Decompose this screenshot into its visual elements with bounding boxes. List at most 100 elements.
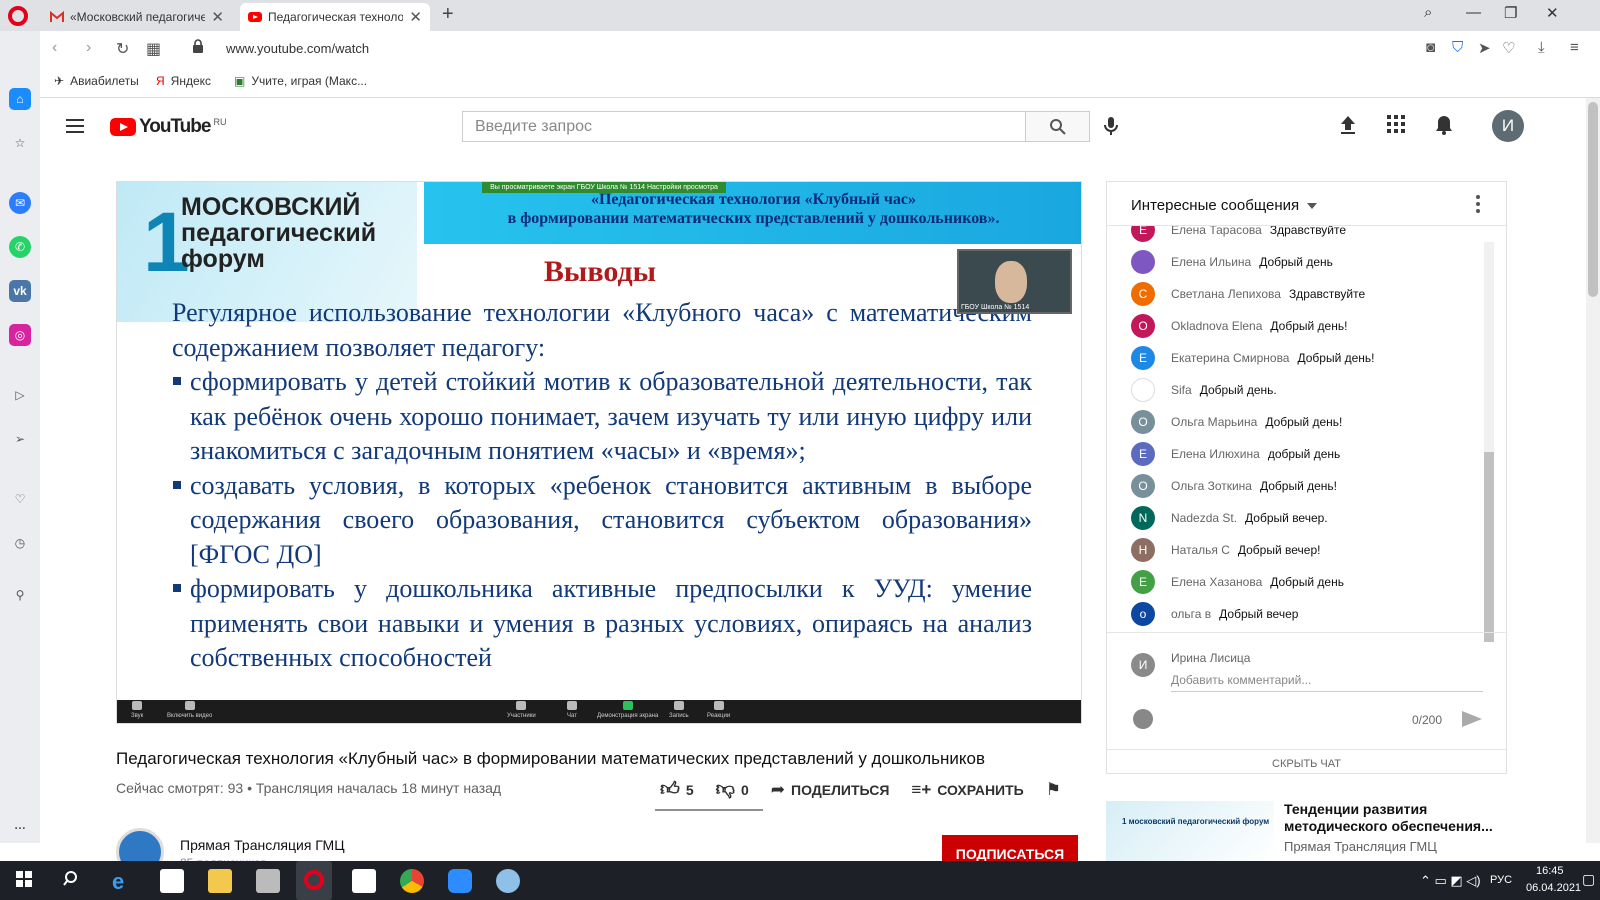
chat-message[interactable]: О Ольга Зоткина Добрый день!	[1131, 474, 1337, 498]
chat-message[interactable]: O Okladnova Elena Добрый день!	[1131, 314, 1347, 338]
bookmark-yandex[interactable]: Я Яндекс	[156, 74, 211, 88]
bookmark-flights[interactable]: ✈ Авиабилеты	[54, 74, 139, 88]
notifications-icon[interactable]: ▢	[1582, 871, 1595, 888]
chat-message[interactable]: Елена Ильина Добрый день	[1131, 250, 1333, 274]
zoom-video-control[interactable]: Включить видео	[167, 701, 212, 719]
save-button[interactable]: ≡+ СОХРАНИТЬ	[911, 780, 1023, 800]
messenger-icon[interactable]: ✉	[9, 192, 31, 214]
chat-author-name[interactable]: Елена Илюхина	[1171, 447, 1260, 461]
taskbar-search-icon[interactable]	[62, 869, 86, 893]
mic-icon[interactable]	[1104, 116, 1118, 141]
url-field[interactable]: www.youtube.com/watch	[226, 41, 369, 56]
chat-author-name[interactable]: Ольга Марьина	[1171, 415, 1257, 429]
favorites-icon[interactable]: ♡	[9, 488, 31, 510]
chat-author-name[interactable]: Ольга Зоткина	[1171, 479, 1252, 493]
chat-message[interactable]: Н Наталья С Добрый вечер!	[1131, 538, 1320, 562]
forward-icon[interactable]: ›	[86, 39, 91, 57]
chat-author-name[interactable]: Елена Хазанова	[1171, 575, 1262, 589]
windows-start-icon[interactable]	[14, 869, 38, 893]
zoom-record-control[interactable]: Запись	[669, 701, 689, 719]
page-scrollbar[interactable]	[1586, 98, 1600, 843]
history-icon[interactable]: ◷	[9, 532, 31, 554]
bell-icon[interactable]	[1434, 114, 1454, 141]
chat-message[interactable]: С Светлана Лепихова Здравствуйте	[1131, 282, 1365, 306]
download-icon[interactable]: ⤓	[1538, 39, 1545, 56]
send-icon[interactable]	[1462, 711, 1482, 727]
chat-author-name[interactable]: Nadezda St.	[1171, 511, 1237, 525]
zoom-icon[interactable]	[448, 869, 472, 893]
edge-icon[interactable]: e	[112, 869, 136, 894]
minimize-icon[interactable]: —	[1466, 4, 1481, 21]
chat-scrollbar[interactable]	[1484, 242, 1494, 642]
search-button[interactable]	[1026, 111, 1090, 142]
chat-author-name[interactable]: Okladnova Elena	[1171, 319, 1262, 333]
search-input[interactable]: Введите запрос	[462, 111, 1026, 142]
search-tabs-icon[interactable]: ⌕	[1424, 4, 1432, 21]
clock-time[interactable]: 16:45	[1536, 865, 1564, 877]
tab-youtube[interactable]: Педагогическая технолог ✕	[240, 3, 430, 31]
channel-name[interactable]: Прямая Трансляция ГМЦ	[180, 837, 345, 853]
chat-message[interactable]: N Nadezda St. Добрый вечер.	[1131, 506, 1328, 530]
more-options-icon[interactable]	[1476, 195, 1480, 216]
report-button[interactable]: ⚑	[1046, 780, 1061, 800]
explorer-icon[interactable]	[208, 869, 232, 893]
chat-input[interactable]: Добавить комментарий...	[1171, 673, 1483, 692]
bookmark-learn[interactable]: ▣ Учите, играя (Макс...	[234, 74, 367, 88]
chat-message[interactable]: Е Елена Хазанова Добрый день	[1131, 570, 1344, 594]
chat-messages[interactable]: Е Елена Тарасова Здравствуйте Елена Ильина Д…	[1107, 226, 1506, 632]
settings-icon[interactable]: ≡	[1570, 39, 1579, 56]
share-button[interactable]: ➦ ПОДЕЛИТЬСЯ	[771, 780, 890, 800]
hide-chat-button[interactable]: СКРЫТЬ ЧАТ	[1107, 749, 1506, 770]
vk-icon[interactable]: vk	[9, 280, 31, 302]
paint-icon[interactable]	[496, 869, 520, 893]
youtube-logo[interactable]: YouTube RU	[110, 116, 226, 138]
chat-author-name[interactable]: Елена Тарасова	[1171, 226, 1262, 237]
chat-mode-dropdown[interactable]: Интересные сообщения	[1131, 197, 1318, 214]
chat-author-name[interactable]: ольга в	[1171, 607, 1211, 621]
back-icon[interactable]: ‹	[52, 39, 57, 57]
tips-icon[interactable]: ⚲	[9, 584, 31, 606]
chat-author-name[interactable]: Елена Ильина	[1171, 255, 1251, 269]
chat-message[interactable]: Е Екатерина Смирнова Добрый день!	[1131, 346, 1375, 370]
chat-author-name[interactable]: Наталья С	[1171, 543, 1230, 557]
clock-date[interactable]: 06.04.2021	[1526, 882, 1581, 894]
chat-message[interactable]: Е Елена Илюхина добрый день	[1131, 442, 1340, 466]
tab-moscow-forum[interactable]: «Московский педагогиче ✕	[42, 3, 232, 31]
dislike-button[interactable]: 👎︎ 0	[716, 778, 749, 801]
close-tab-icon[interactable]: ✕	[409, 8, 422, 26]
chat-message[interactable]: Sifa Добрый день.	[1131, 378, 1277, 402]
zoom-participants-control[interactable]: Участники	[507, 701, 536, 719]
account-avatar[interactable]: И	[1492, 110, 1524, 142]
zoom-reactions-control[interactable]: Реакции	[707, 701, 730, 719]
instagram-icon[interactable]: ◎	[9, 324, 31, 346]
zoom-audio-control[interactable]: Звук	[131, 701, 143, 719]
whatsapp-icon[interactable]: ✆	[9, 236, 31, 258]
tabs-grid-icon[interactable]: ▦	[146, 39, 161, 59]
restore-icon[interactable]: ❐	[1504, 4, 1517, 22]
chat-author-name[interactable]: Екатерина Смирнова	[1171, 351, 1289, 365]
apps-icon[interactable]	[1386, 114, 1406, 139]
star-icon[interactable]: ☆	[9, 132, 31, 154]
close-tab-icon[interactable]: ✕	[211, 8, 224, 26]
heart-icon[interactable]: ♡	[1502, 39, 1515, 57]
recommended-thumbnail[interactable]: 1 московский педагогический форум	[1106, 801, 1274, 861]
store-icon[interactable]	[160, 869, 184, 893]
opera-logo-icon[interactable]	[8, 6, 28, 26]
opera-taskbar-icon[interactable]	[296, 861, 332, 900]
chat-message[interactable]: Е Елена Тарасова Здравствуйте	[1131, 226, 1346, 242]
menu-icon[interactable]	[66, 119, 84, 133]
video-player[interactable]: 1 МОСКОВСКИЙ педагогический форум Вы про…	[116, 181, 1082, 724]
chat-author-name[interactable]: Sifa	[1171, 383, 1192, 397]
player-icon[interactable]: ▷	[9, 384, 31, 406]
reload-icon[interactable]: ↻	[116, 39, 129, 59]
camera-icon[interactable]: ◙	[1426, 39, 1435, 56]
like-button[interactable]: 👍︎ 5	[660, 778, 694, 801]
new-tab-button[interactable]: +	[442, 3, 454, 26]
more-icon[interactable]: …	[9, 814, 31, 836]
upload-icon[interactable]	[1338, 114, 1358, 141]
zoom-share-control[interactable]: Демонстрация экрана	[597, 701, 658, 719]
flow-icon[interactable]: ➢	[9, 428, 31, 450]
close-window-icon[interactable]: ✕	[1546, 4, 1559, 22]
camera-app-icon[interactable]	[352, 869, 376, 893]
emoji-icon[interactable]	[1133, 709, 1153, 729]
